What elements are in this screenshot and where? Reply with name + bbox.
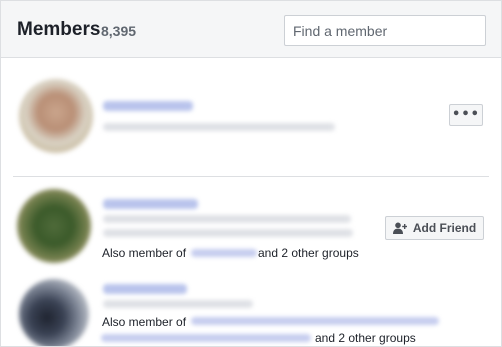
group-link[interactable] <box>101 334 311 342</box>
also-member-prefix: Also member of <box>102 315 187 329</box>
avatar[interactable] <box>17 189 91 263</box>
also-member-suffix: and 2 other groups <box>315 331 416 345</box>
member-name[interactable] <box>103 101 193 111</box>
members-count: 8,395 <box>101 23 137 39</box>
also-member-prefix: Also member of <box>102 246 187 260</box>
members-header: Members 8,395 <box>1 1 501 58</box>
member-name[interactable] <box>103 284 187 294</box>
avatar[interactable] <box>19 279 89 346</box>
group-link[interactable] <box>191 249 257 257</box>
more-options-button[interactable]: ••• <box>449 104 483 126</box>
add-friend-button[interactable]: Add Friend <box>385 216 484 240</box>
member-name[interactable] <box>103 199 198 209</box>
add-friend-icon <box>392 222 407 234</box>
member-details <box>103 229 353 237</box>
member-details <box>103 123 335 131</box>
add-friend-label: Add Friend <box>412 221 477 235</box>
members-panel: Members 8,395 ••• Also member of and 2 o… <box>0 0 502 347</box>
members-title: Members <box>17 19 101 40</box>
member-details <box>103 300 253 308</box>
group-link[interactable] <box>191 317 439 325</box>
find-member-input[interactable] <box>284 15 486 46</box>
avatar[interactable] <box>19 79 93 153</box>
member-details <box>103 215 351 223</box>
divider <box>13 176 489 177</box>
also-member-suffix: and 2 other groups <box>258 246 359 260</box>
